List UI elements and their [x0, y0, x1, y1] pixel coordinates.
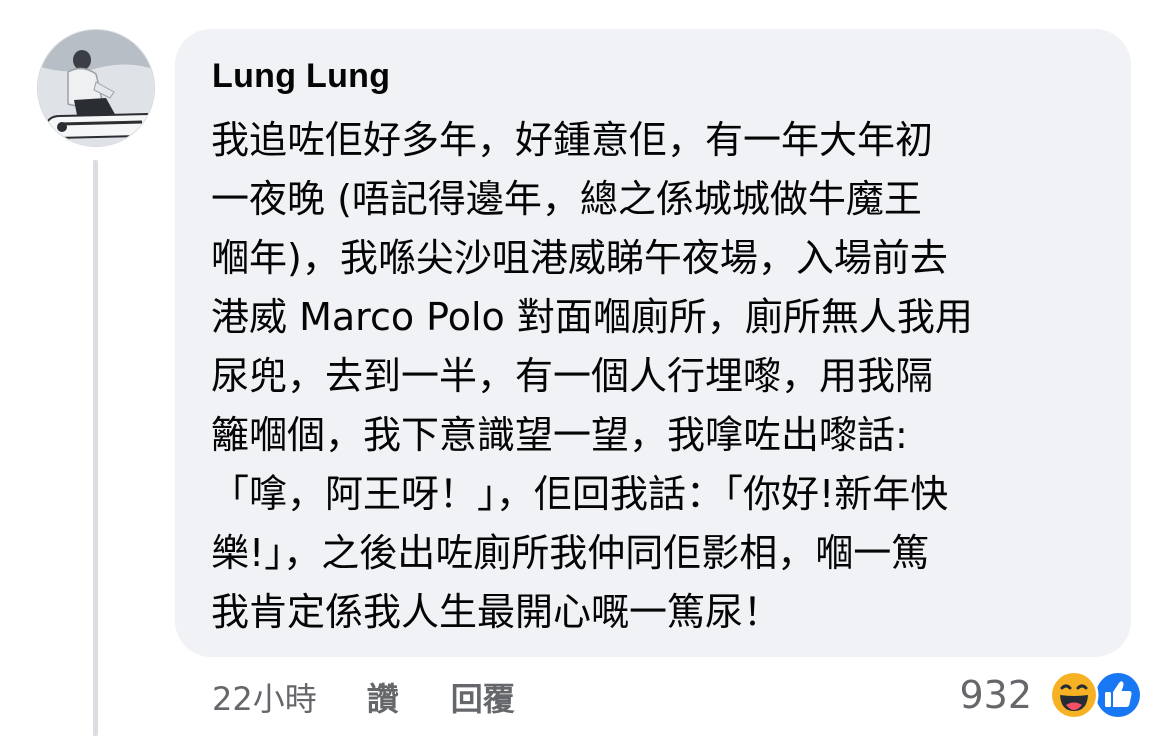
haha-icon — [1049, 670, 1099, 720]
reaction-count: 932 — [959, 673, 1032, 717]
comment-thread: Lung Lung 我追咗佢好多年，好鍾意佢，有一年大年初 一夜晚 (唔記得邊年… — [0, 0, 1170, 736]
avatar[interactable] — [37, 29, 155, 147]
comment-timestamp[interactable]: 22小時 — [212, 674, 317, 720]
comment-bubble: Lung Lung 我追咗佢好多年，好鍾意佢，有一年大年初 一夜晚 (唔記得邊年… — [175, 29, 1131, 657]
like-button[interactable]: 讚 — [367, 674, 399, 720]
reaction-icons — [1048, 669, 1144, 721]
thread-connector-line — [93, 160, 98, 736]
comment-text-line: 一夜晚 (唔記得邊年，總之係城城做牛魔王 — [211, 177, 922, 221]
comment-text-line: 籬嗰個，我下意識望一望，我嗱咗出嚟話: — [211, 413, 908, 457]
comment-actions-bar: 22小時 讚 回覆 — [212, 672, 567, 722]
comment-text-line: 嗰年)，我喺尖沙咀港威睇午夜場，入場前去 — [211, 236, 948, 280]
comment-author-name[interactable]: Lung Lung — [212, 57, 390, 96]
comment-text-line: 尿兜，去到一半，有一個人行埋嚟，用我隔 — [211, 354, 934, 398]
avatar-photo — [38, 30, 154, 146]
reply-button[interactable]: 回覆 — [451, 674, 515, 720]
comment-text-line: 我追咗佢好多年，好鍾意佢，有一年大年初 — [211, 118, 934, 162]
reactions-summary[interactable]: 932 — [959, 667, 1144, 723]
comment-text-line: 我肯定係我人生最開心嘅一篤尿！ — [211, 590, 782, 634]
comment-text-line: 「嗱，阿王呀！」，佢回我話：「你好!新年快 — [211, 472, 949, 516]
comment-body: 我追咗佢好多年，好鍾意佢，有一年大年初 一夜晚 (唔記得邊年，總之係城城做牛魔王… — [211, 111, 1111, 642]
comment-text-line: 樂!」，之後出咗廁所我仲同佢影相，嗰一篤 — [211, 531, 930, 575]
comment-text-line: 港威 Marco Polo 對面嗰廁所，廁所無人我用 — [211, 295, 973, 339]
